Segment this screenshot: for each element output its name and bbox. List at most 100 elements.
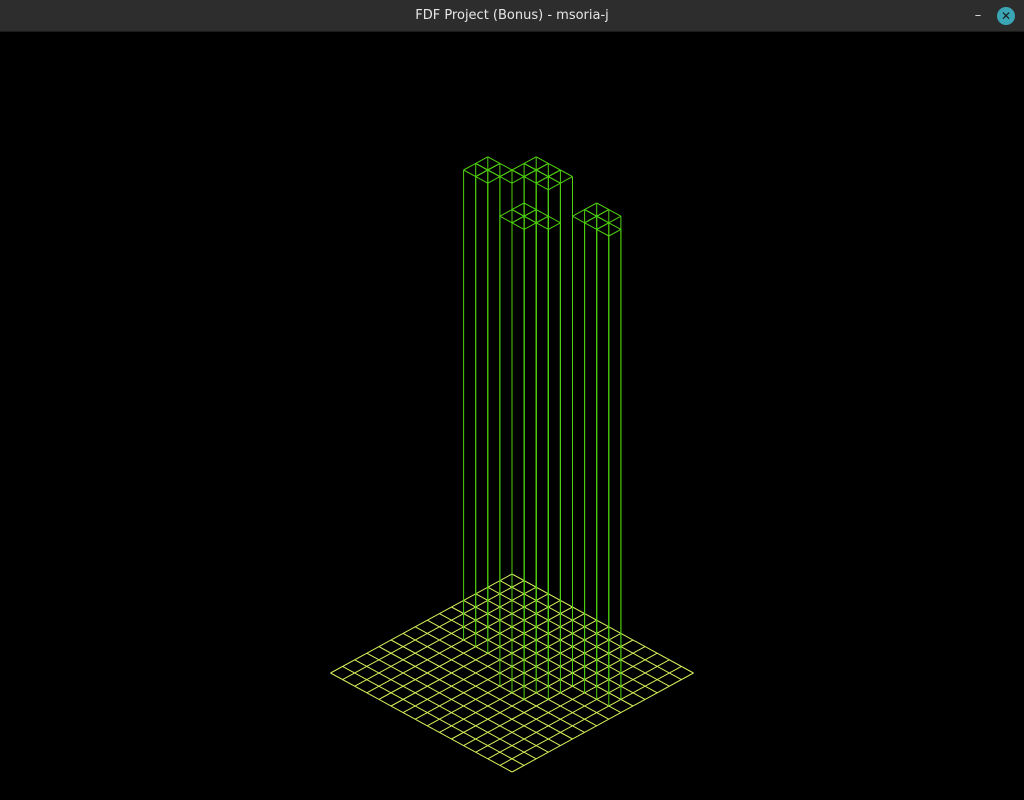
tower-top-edge — [511, 215, 525, 224]
tower-top-edge — [560, 169, 573, 178]
base-grid-line — [342, 665, 525, 766]
minimize-button[interactable]: – — [968, 6, 988, 26]
base-grid-line — [330, 573, 513, 674]
tower-top-edge — [499, 169, 513, 178]
tower-top-edge — [511, 162, 525, 171]
base-grid-line — [414, 626, 597, 727]
tower-top-edge — [523, 222, 537, 230]
tower-top-edge — [475, 169, 489, 178]
base-grid-line — [511, 573, 694, 674]
tower-top-edge — [572, 215, 585, 224]
fdf-window: FDF Project (Bonus) - msoria-j – ✕ — [0, 0, 1024, 800]
tower-top-edge — [535, 209, 549, 217]
tower-top-edge — [548, 222, 561, 230]
base-grid-line — [390, 639, 573, 740]
tower-top-edge — [535, 222, 549, 230]
tower-top-edge — [535, 169, 549, 178]
base-grid-line — [439, 632, 622, 733]
tower-top-edge — [596, 209, 610, 217]
base-grid-line — [487, 659, 670, 760]
base-grid-line — [427, 626, 610, 727]
wireframe-render — [330, 156, 694, 773]
tower-top-edge — [523, 162, 537, 171]
tower-top-edge — [523, 176, 537, 184]
tower-top-edge — [584, 202, 597, 211]
tower-top-edge — [511, 209, 525, 217]
close-button[interactable]: ✕ — [997, 7, 1015, 25]
title-bar[interactable]: FDF Project (Bonus) - msoria-j – ✕ — [0, 0, 1024, 32]
base-grid-line — [378, 646, 561, 747]
tower-top-edge — [487, 162, 501, 171]
tower-top-edge — [523, 202, 537, 211]
tower-top-edge — [608, 215, 622, 224]
base-grid-line — [475, 652, 658, 753]
tower-top-edge — [487, 176, 501, 184]
base-grid-line — [402, 613, 585, 714]
base-grid-line — [499, 665, 682, 766]
tower-top-edge — [535, 176, 549, 184]
tower-top-edge — [535, 162, 549, 171]
tower-top-edge — [499, 162, 513, 171]
base-grid-line — [475, 593, 658, 694]
tower-top-edge — [548, 169, 561, 178]
tower-top-edge — [463, 169, 476, 178]
base-grid-line — [378, 599, 561, 700]
tower-top-edge — [535, 156, 549, 164]
tower-top-edge — [608, 222, 622, 230]
tower-top-edge — [475, 162, 489, 171]
tower-top-edge — [511, 202, 525, 211]
tower-top-edge — [584, 222, 597, 230]
base-grid-line — [342, 580, 525, 681]
base-grid-line — [463, 646, 646, 747]
base-grid-line — [402, 632, 585, 733]
base-grid-line — [366, 593, 549, 694]
window-title: FDF Project (Bonus) - msoria-j — [415, 8, 609, 23]
tower-top-edge — [548, 176, 561, 184]
tower-top-edge — [535, 215, 549, 224]
base-grid-line — [330, 672, 513, 773]
tower-top-edge — [523, 215, 537, 224]
base-grid-line — [487, 586, 670, 687]
base-grid-line — [354, 659, 537, 760]
base-grid-line — [463, 599, 646, 700]
base-grid-line — [439, 613, 622, 714]
tower-top-edge — [475, 176, 489, 184]
tower-top-edge — [523, 169, 537, 178]
tower-top-edge — [511, 222, 525, 230]
base-grid-line — [499, 580, 682, 681]
tower-top-edge — [572, 209, 585, 217]
tower-top-edge — [560, 176, 573, 184]
tower-top-edge — [596, 215, 610, 224]
tower-top-edge — [475, 156, 489, 164]
tower-top-edge — [487, 156, 501, 164]
tower-top-edge — [548, 162, 561, 171]
base-grid-line — [366, 652, 549, 753]
tower-top-edge — [608, 228, 622, 237]
tower-top-edge — [511, 176, 525, 184]
base-grid-line — [354, 586, 537, 687]
tower-top-edge — [523, 209, 537, 217]
tower-top-edge — [596, 222, 610, 230]
base-grid-line — [414, 619, 597, 720]
tower-top-edge — [535, 182, 549, 191]
tower-top-edge — [499, 215, 513, 224]
tower-top-edge — [499, 176, 513, 184]
tower-top-edge — [499, 209, 513, 217]
tower-top-edge — [608, 209, 622, 217]
base-grid-line — [451, 639, 634, 740]
tower-top-edge — [511, 169, 525, 178]
tower-top-edge — [584, 209, 597, 217]
tower-top-edge — [523, 156, 537, 164]
tower-top-edge — [548, 182, 561, 191]
base-grid-line — [390, 606, 573, 707]
tower-top-edge — [584, 215, 597, 224]
tower-top-edge — [596, 202, 610, 211]
base-grid-line — [451, 606, 634, 707]
base-grid-line — [427, 619, 610, 720]
tower-top-edge — [596, 228, 610, 237]
base-grid-line — [511, 672, 694, 773]
render-viewport[interactable] — [0, 32, 1024, 800]
tower-top-edge — [463, 162, 476, 171]
tower-top-edge — [487, 169, 501, 178]
tower-top-edge — [548, 215, 561, 224]
